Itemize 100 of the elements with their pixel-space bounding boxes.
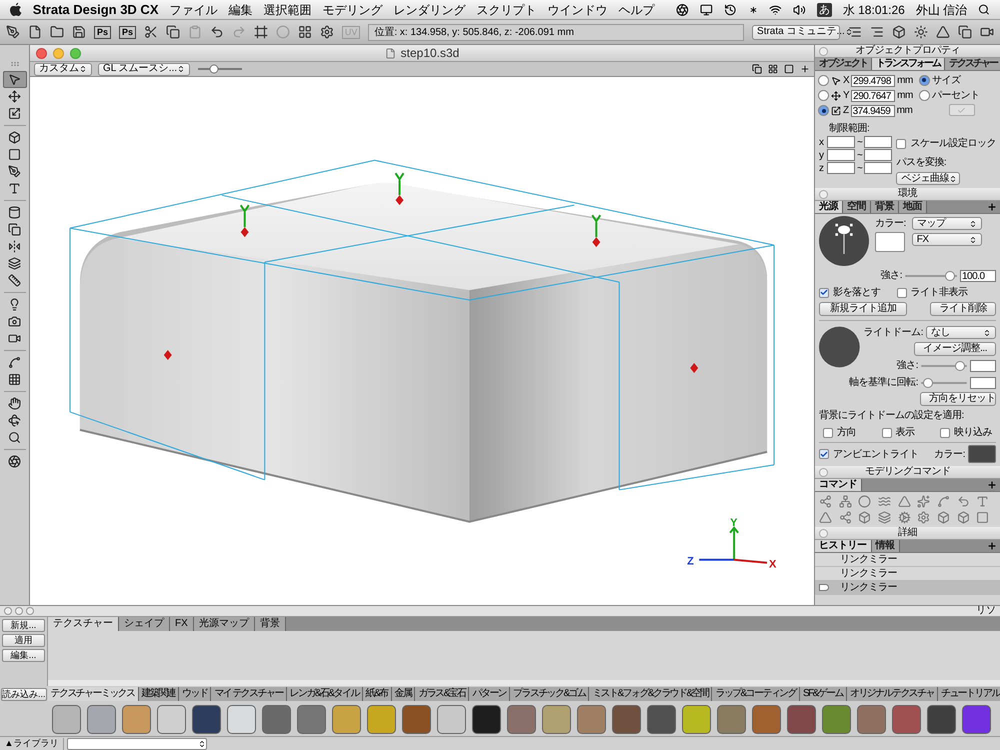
library-button[interactable]: 適用 [2,634,45,647]
category-tab[interactable]: パターン [469,687,510,702]
texture-swatch[interactable] [612,704,641,734]
texture-swatch[interactable] [437,704,466,734]
tab[interactable]: トランスフォーム [872,57,945,70]
texture-swatch[interactable] [717,704,746,734]
category-tab[interactable]: SF&ゲーム [800,687,847,702]
category-tab[interactable]: レンガ&石&タイル [286,687,363,702]
tab[interactable]: FX [170,617,194,631]
tab[interactable]: テクスチャー [48,617,119,631]
tab[interactable]: 地面 [899,200,927,213]
input-field[interactable] [970,360,996,372]
menu-item[interactable]: ファイル [169,0,218,18]
light-dome-select[interactable]: なし [926,326,996,339]
fx-select[interactable]: FX [912,233,982,246]
copy-icon[interactable] [166,25,180,39]
modeling-command-icon[interactable] [838,495,852,508]
radio-button[interactable] [818,105,829,116]
clock-history-icon[interactable] [724,2,737,16]
align-right-icon[interactable] [870,25,884,39]
checkbox[interactable] [940,428,950,438]
photoshop-button[interactable]: Ps [94,26,111,38]
history-item[interactable]: リンクミラー [815,553,1000,567]
light-icon[interactable] [914,25,928,39]
category-tab[interactable]: 建築関連 [138,687,180,702]
texture-swatch[interactable] [892,704,921,734]
tab[interactable]: 空間 [843,200,871,213]
folder-icon[interactable] [50,25,64,39]
input-mode-indicator[interactable]: あ [816,2,832,16]
modeling-command-icon[interactable] [917,511,930,524]
modeling-command-icon[interactable] [819,495,832,508]
radio-button[interactable] [818,75,829,86]
render-mode-select[interactable]: GL スムースシ... [98,62,190,76]
new-file-icon[interactable] [28,25,42,39]
menu-item[interactable]: 編集 [228,0,252,18]
texture-swatch[interactable] [927,704,956,734]
settings-icon[interactable] [320,25,334,39]
input-field[interactable]: 100.0 [960,270,996,282]
input-field[interactable] [827,162,855,174]
texture-swatch[interactable] [192,704,221,734]
modeling-command-icon[interactable] [898,511,911,524]
texture-swatch[interactable] [647,704,676,734]
modeling-command-icon[interactable] [976,495,990,508]
tab[interactable]: 背景 [871,200,899,213]
category-tab[interactable]: ミスト&フォグ&クラウド&空間 [589,687,712,702]
add-icon[interactable] [987,480,997,490]
menu-item[interactable]: ヘルプ [618,0,654,18]
volume-icon[interactable] [793,2,806,16]
modeling-command-icon[interactable] [956,511,970,524]
texture-swatch[interactable] [87,704,116,734]
library-button[interactable]: 新規... [2,619,45,632]
modeling-command-icon[interactable] [976,511,990,524]
tab[interactable]: 背景 [254,617,286,631]
layout-icon[interactable] [768,64,778,74]
library-select[interactable] [67,738,207,750]
status-icon[interactable] [676,2,690,16]
texture-swatch[interactable] [157,704,186,734]
library-button[interactable]: 編集... [2,649,45,662]
search-icon[interactable] [978,3,990,16]
category-tab[interactable]: マイ テクスチャー [211,687,287,702]
close-button[interactable] [36,48,47,58]
tab[interactable]: コマンド [815,478,862,491]
modeling-command-icon[interactable] [956,495,970,508]
photoshop-button[interactable]: Ps [118,26,136,38]
menu-item[interactable]: レンダリング [393,0,466,18]
load-button[interactable]: 読み込み... [1,688,47,701]
input-field[interactable] [864,149,892,161]
category-tab[interactable]: テクスチャーミックス [48,687,139,702]
texture-swatch[interactable] [822,704,851,734]
menu-item[interactable]: ウインドウ [547,0,608,18]
texture-swatch[interactable] [857,704,886,734]
input-field[interactable] [827,136,855,148]
save-icon[interactable] [72,25,86,39]
tab[interactable]: シェイプ [119,617,170,631]
texture-swatch[interactable] [367,704,396,734]
modeling-command-icon[interactable] [858,495,872,508]
checkbox[interactable] [823,428,833,438]
modeling-command-icon[interactable] [858,511,872,524]
texture-swatch[interactable] [962,704,991,734]
modeling-command-icon[interactable] [917,495,930,508]
texture-swatch[interactable] [332,704,361,734]
path-select[interactable]: ベジェ曲線 [896,172,960,185]
texture-swatch[interactable] [752,704,781,734]
align-right-icon[interactable] [848,25,862,39]
texture-swatch[interactable] [682,704,711,734]
texture-swatch[interactable] [402,704,431,734]
undo-icon[interactable] [210,25,224,39]
button[interactable]: ライト削除 [930,302,996,316]
menu-item[interactable]: 選択範囲 [263,0,312,18]
category-tab[interactable]: オリジナルテクスチャ [846,687,938,702]
checkbox[interactable] [819,288,829,298]
frame-icon[interactable] [254,25,268,39]
library-toggle-button[interactable]: ▲ライブラリ [0,738,64,750]
input-field[interactable] [970,376,996,388]
category-tab[interactable]: 金属 [392,687,416,702]
modeling-command-icon[interactable] [838,511,852,524]
button[interactable]: イメージ調整... [914,342,996,356]
category-tab[interactable]: ラップ&コーティング [712,687,800,702]
color-well[interactable] [968,445,996,463]
texture-swatch[interactable] [577,704,606,734]
